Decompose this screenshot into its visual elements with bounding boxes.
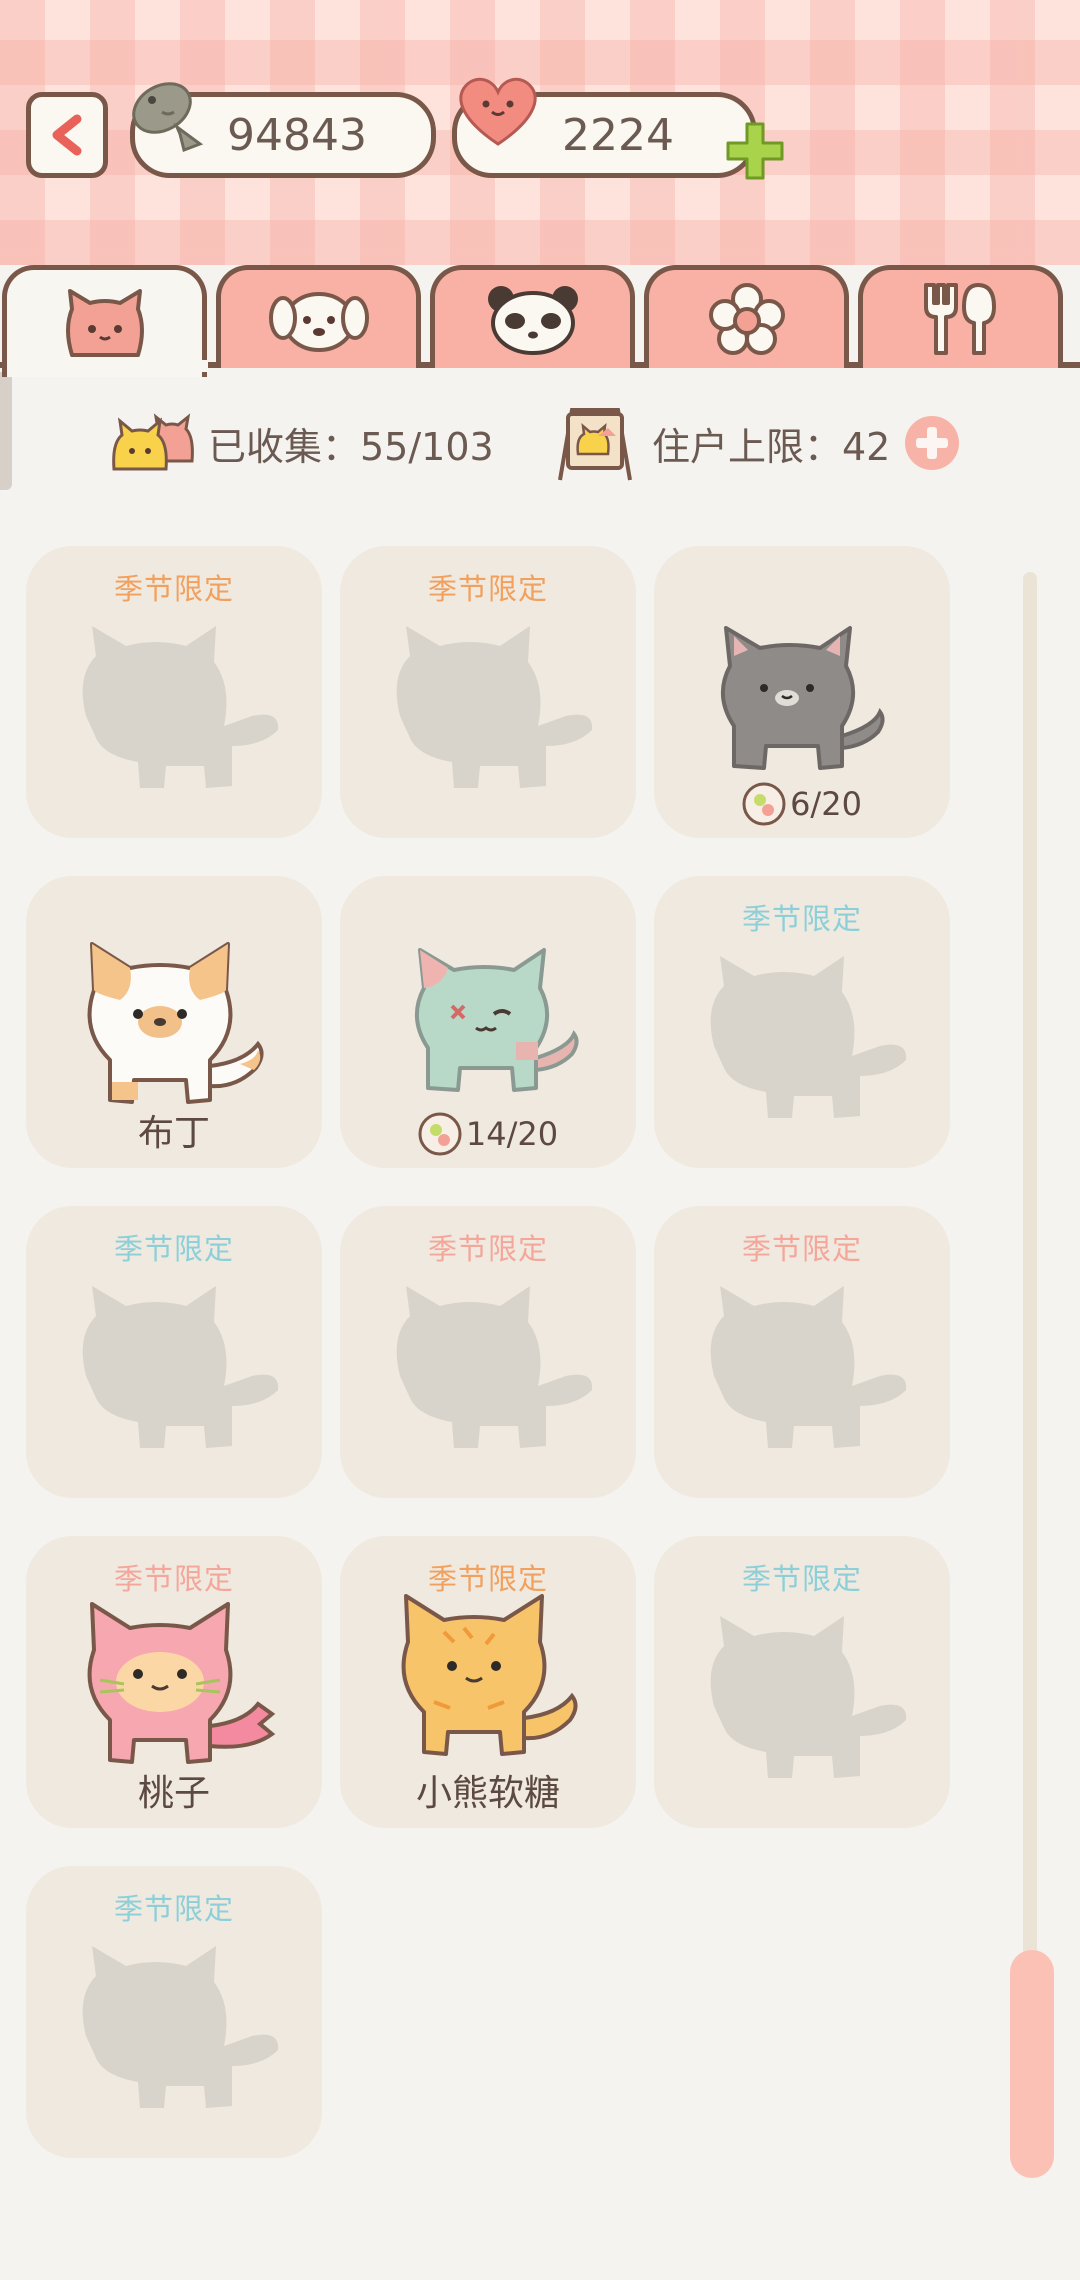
two-cats-icon (112, 413, 194, 471)
tab-active-cover (8, 360, 208, 372)
dog-face-icon (268, 292, 369, 352)
cat-card-locked[interactable]: 季节限定 (654, 876, 950, 1168)
locked-cat-silhouette (710, 1616, 907, 1778)
fish-currency-value: 94843 (227, 109, 367, 161)
locked-cat-silhouette (82, 1286, 279, 1448)
increase-limit-button[interactable] (904, 415, 960, 471)
scrollbar-track[interactable] (1023, 572, 1037, 2172)
seasonal-tag: 季节限定 (741, 1562, 862, 1596)
cat-card-owned[interactable]: 季节限定 桃子 (26, 1536, 322, 1828)
cat-card-in-progress[interactable]: 14/20 (340, 876, 636, 1168)
locked-cat-silhouette (82, 1946, 279, 2108)
cat-card-locked[interactable]: 季节限定 (340, 1206, 636, 1498)
collected-counter: 已收集：55/103 (110, 408, 494, 478)
progress-indicator: 6/20 (654, 782, 950, 826)
progress-indicator: 14/20 (340, 1112, 636, 1156)
seasonal-tag: 季节限定 (113, 1892, 234, 1926)
cat-card-owned[interactable]: 布丁 (26, 876, 322, 1168)
heart-currency-value: 2224 (562, 109, 674, 161)
cat-name: 小熊软糖 (415, 1773, 560, 1814)
tab-flowers[interactable] (644, 265, 849, 368)
cat-card-locked[interactable]: 季节限定 (26, 546, 322, 838)
heart-face-icon (459, 77, 537, 146)
cat-name: 桃子 (137, 1773, 210, 1814)
back-button[interactable] (26, 92, 108, 178)
side-drawer-handle[interactable] (0, 372, 12, 490)
seasonal-tag: 季节限定 (427, 572, 548, 606)
locked-cat-silhouette (396, 1286, 593, 1448)
egg-icon (418, 1112, 462, 1156)
scrollbar-thumb[interactable] (1010, 1950, 1054, 2178)
fork-spoon-icon (923, 283, 996, 355)
peach-cat-illustration (87, 1602, 276, 1764)
panda-face-icon (487, 286, 578, 355)
fish-icon (132, 82, 204, 152)
seasonal-tag: 季节限定 (113, 1232, 234, 1266)
flower-icon (708, 283, 785, 355)
cat-card-locked[interactable]: 季节限定 (340, 546, 636, 838)
cat-card-locked[interactable]: 季节限定 (26, 1866, 322, 2158)
locked-cat-silhouette (396, 626, 593, 788)
signboard-icon (558, 408, 632, 481)
seasonal-tag: 季节限定 (741, 1232, 862, 1266)
seasonal-tag: 季节限定 (427, 1232, 548, 1266)
cat-name: 布丁 (137, 1113, 210, 1154)
cat-card-locked[interactable]: 季节限定 (654, 1536, 950, 1828)
gray-cat-illustration (720, 626, 885, 770)
progress-count: 14/20 (465, 1115, 559, 1153)
zombie-cat-illustration (414, 948, 579, 1092)
cat-card-in-progress[interactable]: 6/20 (654, 546, 950, 838)
egg-icon (742, 782, 786, 826)
tab-dogs[interactable] (216, 265, 421, 368)
cat-card-locked[interactable]: 季节限定 (26, 1206, 322, 1498)
locked-cat-silhouette (710, 1286, 907, 1448)
resident-limit: 住户上限：42 (552, 408, 891, 481)
locked-cat-silhouette (82, 626, 279, 788)
cat-card-locked[interactable]: 季节限定 (654, 1206, 950, 1498)
gummy-bear-cat-illustration (401, 1594, 578, 1756)
cat-face-icon (65, 288, 144, 357)
locked-cat-silhouette (710, 956, 907, 1118)
tab-food[interactable] (858, 265, 1063, 368)
seasonal-tag: 季节限定 (113, 572, 234, 606)
collected-label: 已收集：55/103 (208, 424, 494, 469)
calico-cat-illustration (87, 942, 264, 1104)
resident-limit-label: 住户上限：42 (652, 424, 891, 469)
seasonal-tag: 季节限定 (741, 902, 862, 936)
cat-card-owned[interactable]: 季节限定 小熊软糖 (340, 1536, 636, 1828)
chevron-left-icon (52, 114, 82, 156)
add-hearts-button[interactable] (722, 118, 788, 184)
progress-count: 6/20 (790, 785, 862, 823)
tab-pandas[interactable] (430, 265, 635, 368)
